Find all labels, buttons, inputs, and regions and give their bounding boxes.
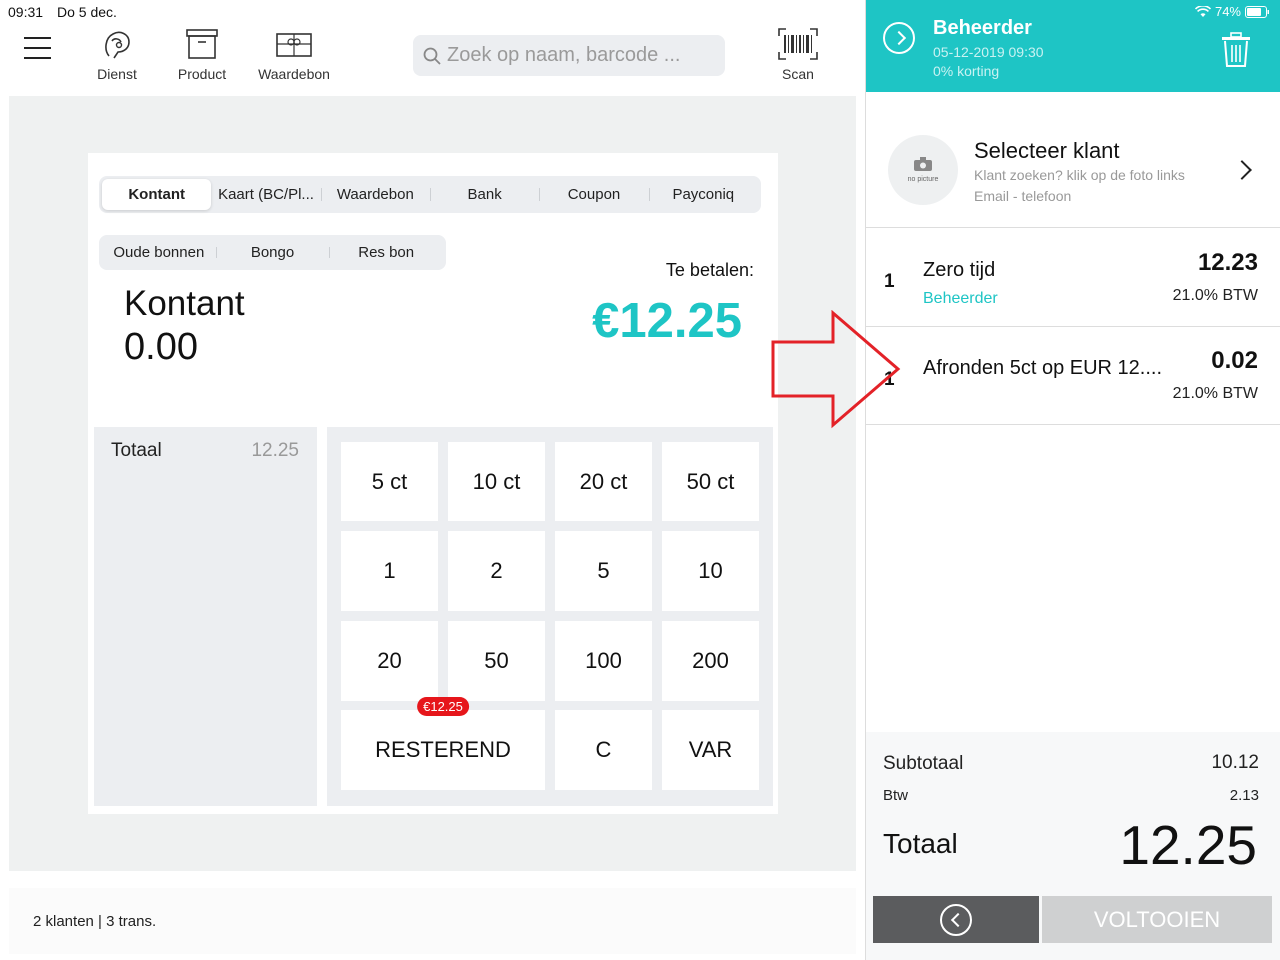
line-price: 12.23 [1197,249,1258,276]
search-input[interactable] [447,44,717,67]
camera-icon [914,157,932,171]
battery-percent: 74% [1214,4,1241,19]
battery-icon [1245,5,1269,18]
customer-contact: Email - telefoon [974,188,1072,204]
subtotal-value: 10.12 [1211,752,1259,773]
footer-bar: 2 klanten | 3 trans. [9,888,856,954]
hamburger-menu-icon[interactable] [24,37,51,59]
tab-kontant[interactable]: Kontant [102,179,212,210]
cart-total-value: 12.25 [1119,814,1257,876]
red-arrow-annotation [771,310,901,429]
customer-avatar[interactable]: no picture [888,135,958,205]
line-vat: 21.0% BTW [1172,385,1258,402]
status-time: 09:31 [8,4,44,20]
vat-label: Btw [883,787,909,804]
tab-res-bon[interactable]: Res bon [329,238,443,267]
key-10ct[interactable]: 10 ct [448,442,545,521]
to-pay-amount: €12.25 [592,294,742,348]
key-50ct[interactable]: 50 ct [662,442,759,521]
payment-total-box: Totaal 12.25 [94,427,317,806]
barcode-icon [778,28,818,60]
cart-forward-icon[interactable] [883,22,915,54]
line-qty: 1 [884,271,895,292]
tab-oude-bonnen[interactable]: Oude bonnen [102,238,216,267]
line-name: Afronden 5ct op EUR 12.... [923,357,1163,379]
tab-bank[interactable]: Bank [429,179,539,210]
key-200[interactable]: 200 [662,621,759,701]
key-50[interactable]: 50 [448,621,545,701]
key-100[interactable]: 100 [555,621,652,701]
key-5ct[interactable]: 5 ct [341,442,438,521]
payment-total-label: Totaal [111,440,162,461]
cart-line[interactable]: 1 Zero tijd Beheerder 12.23 21.0% BTW [866,229,1280,327]
back-button[interactable] [873,896,1039,943]
key-2[interactable]: 2 [448,531,545,611]
cart-total-label: Totaal [883,828,958,859]
tab-coupon[interactable]: Coupon [539,179,648,210]
service-icon [105,31,130,59]
trash-icon[interactable] [1221,32,1251,68]
key-20ct[interactable]: 20 ct [555,442,652,521]
key-clear[interactable]: C [555,710,652,790]
line-employee: Beheerder [923,290,998,307]
to-pay-label: Te betalen: [665,260,754,280]
complete-button[interactable]: VOLTOOIEN [1042,896,1272,943]
key-var[interactable]: VAR [662,710,759,790]
tab-bongo[interactable]: Bongo [215,238,330,267]
line-vat: 21.0% BTW [1172,287,1258,304]
product-box-icon [186,29,218,59]
tab-kaart[interactable]: Kaart (BC/Pl... [211,179,320,210]
cart-discount: 0% korting [933,63,1000,79]
service-button[interactable]: Dienst [77,28,157,82]
tab-waardebon[interactable]: Waardebon [320,179,430,210]
cart-user: Beheerder [933,17,1032,39]
scan-button[interactable]: Scan [758,28,838,82]
search-box[interactable] [413,35,725,76]
chevron-right-icon[interactable] [1232,160,1252,180]
key-remaining[interactable]: €12.25 RESTEREND [341,697,545,790]
cart-panel: Beheerder 05-12-2019 09:30 0% korting no… [865,0,1280,960]
current-method-label: Kontant [124,284,245,323]
subtotal-label: Subtotaal [883,753,964,774]
current-method-amount: 0.00 [124,326,198,368]
select-customer-title: Selecteer klant [974,138,1120,163]
back-arrow-icon [940,904,972,936]
select-customer[interactable]: no picture Selecteer klant Klant zoeken?… [866,115,1280,228]
key-1[interactable]: 1 [341,531,438,611]
voucher-button[interactable]: Waardebon [254,28,334,82]
key-20[interactable]: 20 [341,621,438,701]
scan-label: Scan [782,66,814,82]
cash-keypad: 5 ct 10 ct 20 ct 50 ct 1 2 5 10 20 50 10… [327,427,773,806]
tab-payconiq[interactable]: Payconiq [648,179,758,210]
payment-total-value: 12.25 [251,440,299,461]
remaining-badge: €12.25 [417,697,469,716]
line-price: 0.02 [1211,347,1258,374]
no-picture-label: no picture [907,176,939,183]
status-date: Do 5 dec. [57,4,117,20]
customer-hint: Klant zoeken? klik op de foto links [974,167,1185,183]
search-icon [423,47,441,65]
cart-datetime: 05-12-2019 09:30 [933,44,1044,60]
footer-info: 2 klanten | 3 trans. [33,913,157,930]
status-indicators: 74% [1194,4,1270,19]
remaining-label: RESTEREND [375,737,511,762]
product-button[interactable]: Product [162,28,242,82]
wifi-icon [1194,5,1211,17]
key-5[interactable]: 5 [555,531,652,611]
line-name: Zero tijd [923,259,996,281]
voucher-label: Waardebon [258,66,330,82]
vat-value: 2.13 [1229,787,1259,804]
key-10[interactable]: 10 [662,531,759,611]
product-label: Product [177,66,227,82]
extra-method-tabs: Oude bonnen Bongo Res bon [99,235,446,270]
payment-method-tabs: Kontant Kaart (BC/Pl... Waardebon Bank C… [99,176,761,213]
cart-line[interactable]: 1 Afronden 5ct op EUR 12.... 0.02 21.0% … [866,327,1280,425]
service-label: Dienst [97,66,137,82]
voucher-icon [276,33,312,57]
